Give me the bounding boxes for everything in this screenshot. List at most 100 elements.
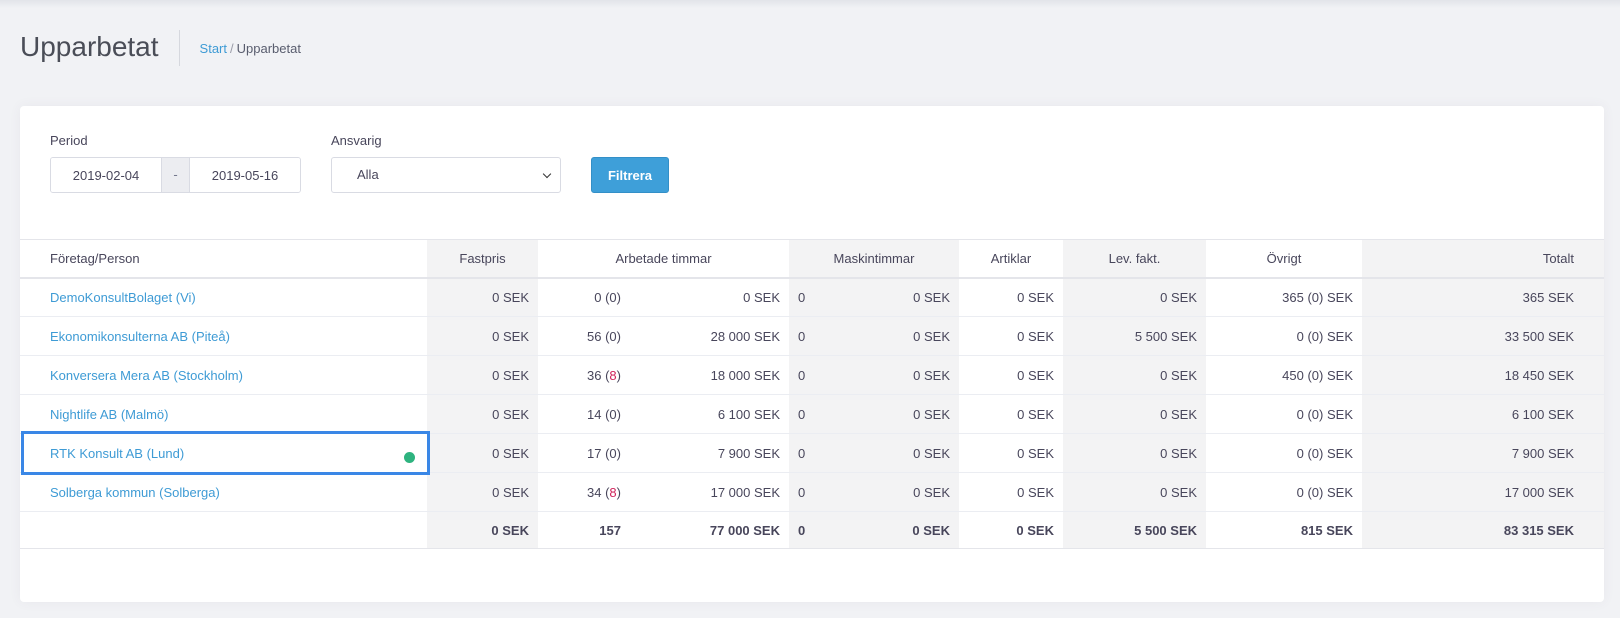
page-header: Upparbetat Start / Upparbetat: [20, 30, 301, 66]
machine-hours-cell: 0: [789, 355, 834, 395]
company-link[interactable]: Solberga kommun (Solberga): [50, 485, 220, 500]
top-bar-shadow: [0, 0, 1620, 8]
machine-hours-cell: 0: [789, 433, 834, 473]
other-cell: 0 (0) SEK: [1206, 316, 1362, 356]
period-range: -: [50, 157, 301, 193]
worked-hours-cell: 17 (0): [538, 433, 630, 473]
total-cell: 33 500 SEK: [1362, 316, 1604, 356]
company-link[interactable]: Ekonomikonsulterna AB (Piteå): [50, 329, 230, 344]
company-cell: DemoKonsultBolaget (Vi): [20, 277, 427, 317]
worked-hours-value: 0: [594, 289, 602, 305]
breadcrumb-current: Upparbetat: [236, 40, 301, 56]
fixed-price-cell: 0 SEK: [427, 472, 538, 512]
col-header-other[interactable]: Övrigt: [1206, 239, 1362, 279]
responsible-select[interactable]: Alla: [331, 157, 561, 193]
unapproved-hours-value: 8: [609, 484, 617, 500]
company-link[interactable]: DemoKonsultBolaget (Vi): [50, 290, 196, 305]
articles-cell: 0 SEK: [959, 355, 1063, 395]
articles-cell: 0 SEK: [959, 433, 1063, 473]
table-row: Ekonomikonsulterna AB (Piteå) 0 SEK 56 (0)…: [20, 316, 1604, 356]
total-cell: 17 000 SEK: [1362, 472, 1604, 512]
machine-hours-cell: 0: [789, 277, 834, 317]
totals-total: 83 315 SEK: [1362, 511, 1604, 549]
totals-articles: 0 SEK: [959, 511, 1063, 549]
status-dot-icon: [404, 452, 415, 463]
worked-hours-cell: 36 (8): [538, 355, 630, 395]
worked-hours-cell: 14 (0): [538, 394, 630, 434]
responsible-select-value: Alla: [357, 167, 379, 182]
total-cell: 18 450 SEK: [1362, 355, 1604, 395]
worked-hours-value: 17: [587, 445, 602, 461]
worked-hours-value: 36: [587, 367, 602, 383]
supplier-invoices-cell: 0 SEK: [1063, 277, 1206, 317]
machine-hours-cell: 0: [789, 394, 834, 434]
col-header-supplier-invoices[interactable]: Lev. fakt.: [1063, 239, 1206, 279]
breadcrumb: Start / Upparbetat: [200, 41, 301, 56]
totals-machine-sek: 0 SEK: [834, 511, 959, 549]
col-header-machine-hours[interactable]: Maskintimmar: [789, 239, 959, 279]
machine-hours-cell: 0: [789, 316, 834, 356]
articles-cell: 0 SEK: [959, 277, 1063, 317]
other-cell: 0 (0) SEK: [1206, 472, 1362, 512]
table-row: RTK Konsult AB (Lund) 0 SEK 17 (0) 7 900 SE…: [20, 431, 1604, 475]
articles-cell: 0 SEK: [959, 394, 1063, 434]
report-table: Företag/Person Fastpris Arbetade timmar …: [20, 239, 1604, 549]
machine-hours-sek-cell: 0 SEK: [834, 472, 959, 512]
company-cell: Konversera Mera AB (Stockholm): [20, 355, 427, 395]
totals-other: 815 SEK: [1206, 511, 1362, 549]
worked-hours-sek-cell: 18 000 SEK: [630, 355, 789, 395]
supplier-invoices-cell: 0 SEK: [1063, 355, 1206, 395]
fixed-price-cell: 0 SEK: [427, 433, 538, 473]
machine-hours-sek-cell: 0 SEK: [834, 355, 959, 395]
supplier-invoices-cell: 5 500 SEK: [1063, 316, 1206, 356]
col-header-fixed[interactable]: Fastpris: [427, 239, 538, 279]
worked-hours-value: 34: [587, 484, 602, 500]
table-row: Solberga kommun (Solberga) 0 SEK 34 (8) 17 …: [20, 472, 1604, 512]
date-range-separator: -: [161, 158, 190, 192]
totals-label-cell: [20, 511, 427, 549]
worked-hours-sek-cell: 7 900 SEK: [630, 433, 789, 473]
worked-hours-sek-cell: 0 SEK: [630, 277, 789, 317]
responsible-label: Ansvarig: [331, 133, 382, 148]
breadcrumb-separator: /: [230, 40, 234, 56]
worked-hours-cell: 56 (0): [538, 316, 630, 356]
worked-hours-sek-cell: 28 000 SEK: [630, 316, 789, 356]
total-cell: 7 900 SEK: [1362, 433, 1604, 473]
col-header-company[interactable]: Företag/Person: [20, 239, 427, 279]
total-cell: 6 100 SEK: [1362, 394, 1604, 434]
totals-machine: 0: [789, 511, 834, 549]
company-cell: Ekonomikonsulterna AB (Piteå): [20, 316, 427, 356]
totals-supplier: 5 500 SEK: [1063, 511, 1206, 549]
period-label: Period: [50, 133, 88, 148]
unapproved-hours-value: 0: [609, 445, 617, 461]
company-link[interactable]: Konversera Mera AB (Stockholm): [50, 368, 243, 383]
company-cell: RTK Konsult AB (Lund): [20, 431, 430, 475]
table-header-row: Företag/Person Fastpris Arbetade timmar …: [20, 239, 1604, 279]
table-row: DemoKonsultBolaget (Vi) 0 SEK 0 (0) 0 SEK 0 0…: [20, 277, 1604, 317]
machine-hours-sek-cell: 0 SEK: [834, 433, 959, 473]
company-link[interactable]: RTK Konsult AB (Lund): [50, 446, 184, 461]
worked-hours-cell: 0 (0): [538, 277, 630, 317]
date-from-input[interactable]: [51, 158, 161, 192]
worked-hours-sek-cell: 6 100 SEK: [630, 394, 789, 434]
col-header-articles[interactable]: Artiklar: [959, 239, 1063, 279]
breadcrumb-start-link[interactable]: Start: [200, 41, 227, 56]
fixed-price-cell: 0 SEK: [427, 277, 538, 317]
col-header-worked-hours[interactable]: Arbetade timmar: [538, 239, 789, 279]
date-to-input[interactable]: [190, 158, 300, 192]
supplier-invoices-cell: 0 SEK: [1063, 394, 1206, 434]
page-title: Upparbetat: [20, 30, 180, 66]
col-header-total[interactable]: Totalt: [1362, 239, 1604, 279]
worked-hours-value: 56: [587, 328, 602, 344]
unapproved-hours-value: 0: [609, 328, 617, 344]
company-cell: Nightlife AB (Malmö): [20, 394, 427, 434]
unapproved-hours-value: 8: [609, 367, 617, 383]
filter-button[interactable]: Filtrera: [591, 157, 669, 193]
fixed-price-cell: 0 SEK: [427, 355, 538, 395]
fixed-price-cell: 0 SEK: [427, 394, 538, 434]
company-link[interactable]: Nightlife AB (Malmö): [50, 407, 168, 422]
other-cell: 0 (0) SEK: [1206, 394, 1362, 434]
table-row: Konversera Mera AB (Stockholm) 0 SEK 36 (8…: [20, 355, 1604, 395]
worked-hours-cell: 34 (8): [538, 472, 630, 512]
supplier-invoices-cell: 0 SEK: [1063, 433, 1206, 473]
